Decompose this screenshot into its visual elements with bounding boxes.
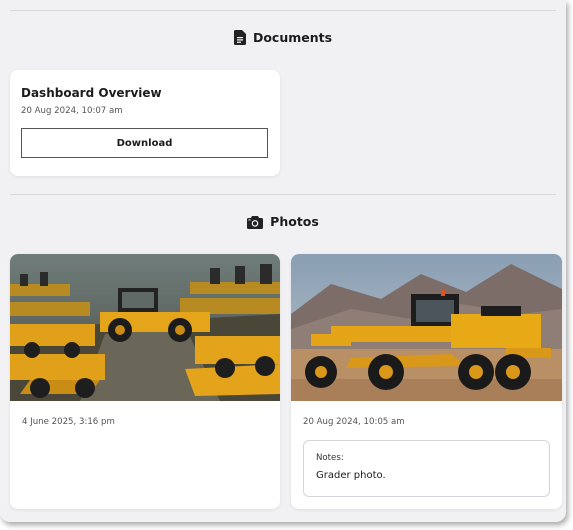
photo-card: 20 Aug 2024, 10:05 am Notes: Grader phot…: [291, 254, 562, 509]
document-icon: [233, 30, 246, 45]
photo-card: 4 June 2025, 3:16 pm: [10, 254, 280, 509]
document-card: Dashboard Overview 20 Aug 2024, 10:07 am…: [10, 70, 280, 176]
download-button[interactable]: Download: [21, 128, 268, 158]
documents-heading: Documents: [0, 30, 566, 45]
section-divider: [10, 194, 556, 195]
top-divider: [10, 10, 556, 11]
content-panel: Documents Dashboard Overview 20 Aug 2024…: [0, 0, 566, 522]
documents-heading-label: Documents: [252, 30, 333, 45]
photo-date: 20 Aug 2024, 10:05 am: [303, 417, 405, 427]
photos-heading-label: Photos: [270, 214, 319, 229]
document-title: Dashboard Overview: [21, 86, 162, 100]
photo-motor-grader[interactable]: [291, 254, 562, 401]
photo-date: 4 June 2025, 3:16 pm: [22, 417, 115, 427]
document-date: 20 Aug 2024, 10:07 am: [21, 106, 123, 116]
photo-machinery-yard[interactable]: [10, 254, 280, 401]
notes-text: Grader photo.: [316, 470, 386, 481]
notes-label: Notes:: [316, 453, 344, 463]
camera-icon: [247, 215, 264, 229]
photos-heading: Photos: [0, 214, 566, 229]
notes-box: Notes: Grader photo.: [303, 440, 550, 497]
